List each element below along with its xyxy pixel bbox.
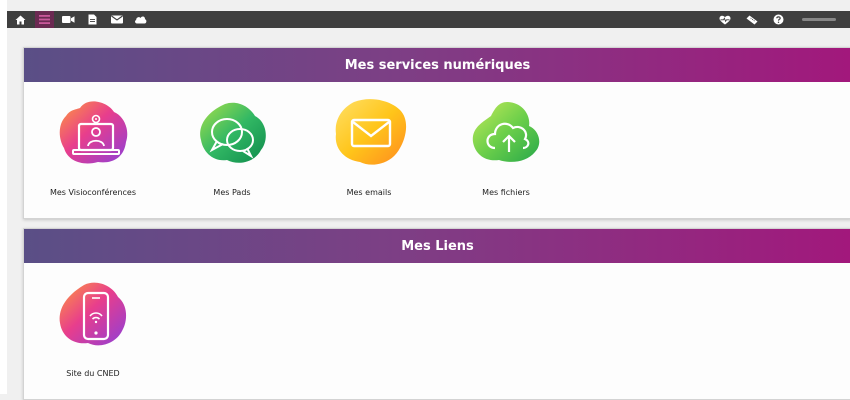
home-icon[interactable]: [11, 11, 30, 28]
service-tile-emails[interactable]: Mes emails: [314, 82, 424, 217]
menu-icon[interactable]: [35, 11, 54, 28]
window-left-edge: [0, 0, 7, 394]
service-label: Mes Visioconférences: [49, 188, 137, 197]
services-panel-title: Mes services numériques: [24, 48, 850, 82]
service-label: Mes Pads: [213, 188, 251, 197]
cloud-icon[interactable]: [131, 11, 150, 28]
mail-icon[interactable]: [107, 11, 126, 28]
service-tile-visio[interactable]: Mes Visioconférences: [38, 82, 148, 217]
link-tile-cned[interactable]: Site du CNED: [38, 263, 148, 398]
username-blurred: [802, 18, 836, 21]
link-label: Site du CNED: [66, 369, 120, 378]
help-icon[interactable]: [769, 11, 788, 28]
links-panel: Mes Liens Site du CNED: [23, 228, 850, 400]
service-tile-pads[interactable]: Mes Pads: [177, 82, 287, 217]
chat-bubbles-icon: [200, 102, 266, 163]
links-panel-title: Mes Liens: [24, 229, 850, 263]
top-toolbar: [7, 11, 850, 28]
video-icon[interactable]: [59, 11, 78, 28]
document-icon[interactable]: [83, 11, 102, 28]
service-label: Mes emails: [346, 188, 392, 197]
envelope-icon: [335, 99, 407, 165]
service-tile-fichiers[interactable]: Mes fichiers: [451, 82, 561, 217]
smartphone-wifi-icon: [59, 282, 127, 346]
heart-pulse-icon[interactable]: [715, 11, 734, 28]
cloud-upload-icon: [472, 102, 540, 162]
ticket-icon[interactable]: [742, 11, 761, 28]
services-panel: Mes services numériques Mes Visioconfére…: [23, 47, 850, 219]
videoconference-icon: [59, 101, 128, 164]
service-label: Mes fichiers: [482, 188, 530, 197]
